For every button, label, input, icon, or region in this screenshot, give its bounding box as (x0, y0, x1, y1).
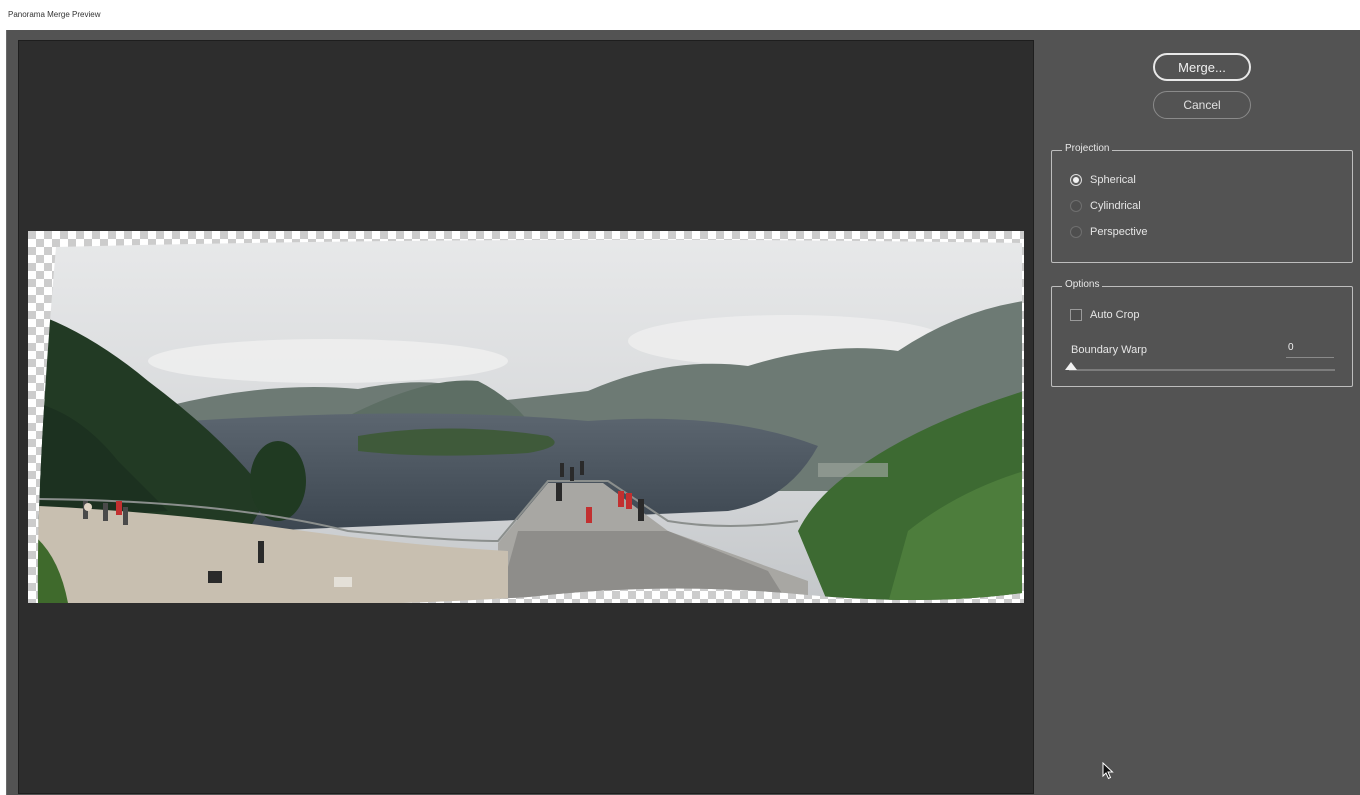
auto-crop-checkbox[interactable] (1070, 309, 1082, 321)
projection-option-perspective[interactable]: Perspective (1070, 224, 1147, 240)
cylindrical-label: Cylindrical (1090, 200, 1141, 212)
spherical-label: Spherical (1090, 174, 1136, 186)
boundary-warp-value-field[interactable]: 0 (1286, 342, 1334, 358)
panorama-preview-image (28, 231, 1024, 603)
auto-crop-option[interactable]: Auto Crop (1070, 307, 1140, 323)
projection-group: Projection Spherical Cylindrical Perspec… (1051, 143, 1353, 263)
projection-option-cylindrical[interactable]: Cylindrical (1070, 198, 1141, 214)
cancel-button[interactable]: Cancel (1153, 91, 1251, 119)
merge-button[interactable]: Merge... (1153, 53, 1251, 81)
perspective-radio[interactable] (1070, 226, 1082, 238)
cylindrical-radio[interactable] (1070, 200, 1082, 212)
stitched-panorama (37, 239, 1023, 603)
spherical-radio[interactable] (1070, 174, 1082, 186)
boundary-warp-label: Boundary Warp (1071, 344, 1148, 356)
auto-crop-label: Auto Crop (1090, 309, 1140, 321)
perspective-label: Perspective (1090, 226, 1148, 238)
projection-group-label: Projection (1062, 143, 1113, 154)
projection-option-spherical[interactable]: Spherical (1070, 172, 1136, 188)
boundary-warp-slider[interactable] (1065, 362, 1335, 371)
window-title: Panorama Merge Preview (8, 10, 101, 19)
options-group-label: Options (1062, 279, 1103, 290)
mouse-pointer-icon (1102, 761, 1114, 785)
title-bar: Panorama Merge Preview (0, 0, 1360, 30)
boundary-warp-slider-thumb[interactable] (1065, 362, 1077, 370)
options-group: Options Auto Crop Boundary Warp 0 (1051, 279, 1353, 387)
